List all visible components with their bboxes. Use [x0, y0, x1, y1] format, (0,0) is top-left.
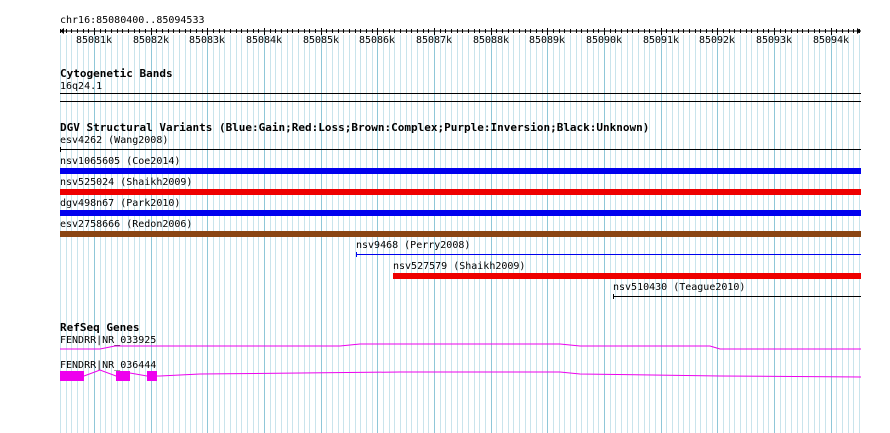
ruler-tick-label: 85083k [188, 35, 226, 46]
ruler-tick-label: 85081k [75, 35, 113, 46]
cytoband-line-bottom [60, 101, 861, 102]
dgv-feature-label[interactable]: esv4262 (Wang2008) [60, 135, 168, 146]
ruler-tick-label: 85090k [585, 35, 623, 46]
dgv-feature-label[interactable]: dgv498n67 (Park2010) [60, 198, 180, 209]
ruler-tick-label: 85094k [812, 35, 850, 46]
dgv-feature-bar[interactable] [60, 231, 861, 237]
ruler-tick-label: 85093k [755, 35, 793, 46]
dgv-feature-bar[interactable] [613, 296, 861, 297]
dgv-feature-label[interactable]: nsv510430 (Teague2010) [613, 282, 745, 293]
dgv-feature-bar[interactable] [60, 189, 861, 195]
dgv-feature-label[interactable]: nsv9468 (Perry2008) [356, 240, 470, 251]
dgv-feature-label[interactable]: nsv527579 (Shaikh2009) [393, 261, 525, 272]
gene-model-nr-036444-exon [60, 371, 84, 381]
dgv-feature-bar[interactable] [60, 210, 861, 216]
ruler-tick-label: 85089k [528, 35, 566, 46]
gene-model-nr-033925 [60, 343, 861, 350]
dgv-feature-label[interactable]: nsv525024 (Shaikh2009) [60, 177, 192, 188]
gene-model-nr-036444-exon [147, 371, 157, 381]
ruler-tick-label: 85086k [358, 35, 396, 46]
dgv-feature-bar[interactable] [60, 149, 861, 150]
dgv-feature-label[interactable]: nsv1065605 (Coe2014) [60, 156, 180, 167]
dgv-feature-label[interactable]: esv2758666 (Redon2006) [60, 219, 192, 230]
refseq-track-title: RefSeq Genes [60, 321, 140, 334]
dgv-feature-bar[interactable] [356, 254, 861, 255]
refseq-gene-models[interactable] [0, 340, 890, 390]
dgv-track-title: DGV Structural Variants (Blue:Gain;Red:L… [60, 121, 650, 134]
ruler-tick-label: 85082k [132, 35, 170, 46]
ruler-tick-label: 85085k [302, 35, 340, 46]
gene-model-nr-036444-intron [83, 369, 862, 378]
dgv-feature-bar[interactable] [60, 168, 861, 174]
ruler-tick-label: 85091k [642, 35, 680, 46]
cytoband-track-title: Cytogenetic Bands [60, 67, 173, 80]
cytoband-line-top [60, 93, 861, 94]
ruler-tick-label: 85084k [245, 35, 283, 46]
cytoband-label: 16q24.1 [60, 81, 103, 92]
ruler-tick-label: 85087k [415, 35, 453, 46]
dgv-feature-bar[interactable] [393, 273, 861, 279]
ruler-tick-label: 85088k [472, 35, 510, 46]
ruler-tick-label: 85092k [698, 35, 736, 46]
gene-model-nr-036444-exon [116, 371, 130, 381]
